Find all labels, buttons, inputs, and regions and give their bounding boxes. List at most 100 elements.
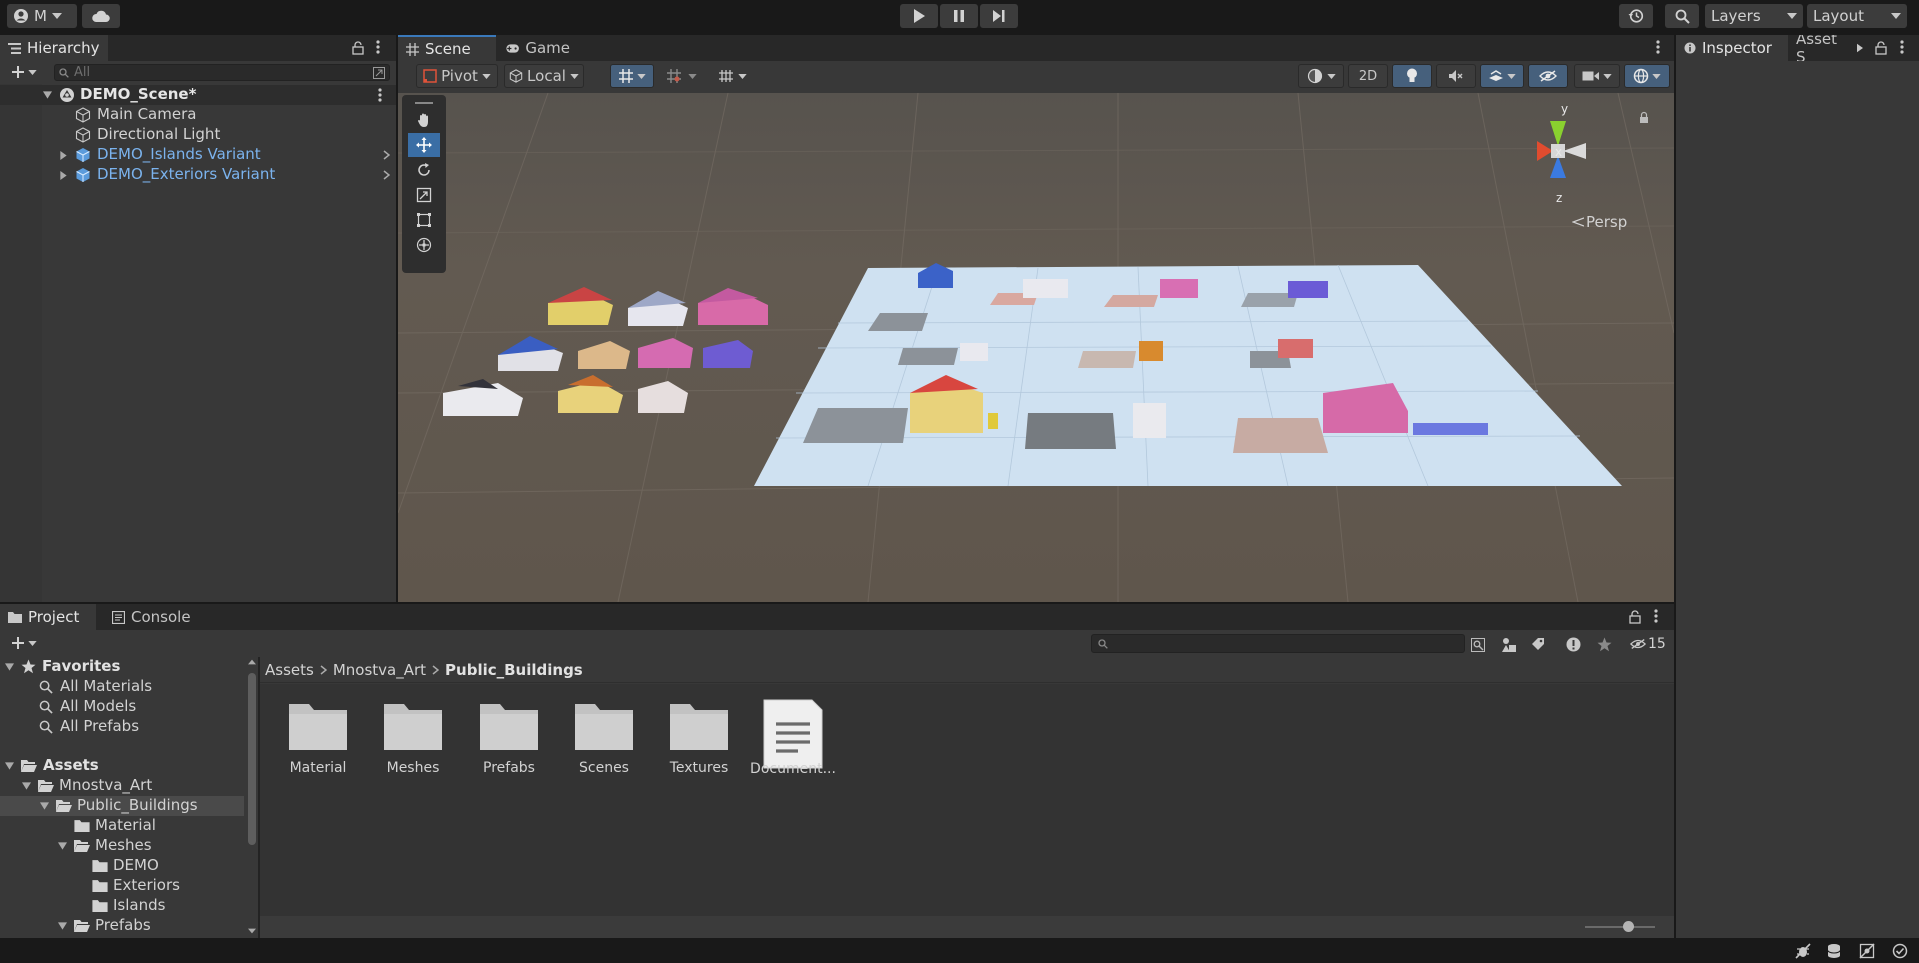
breadcrumb-item[interactable]: Assets <box>265 661 314 679</box>
overlay-drag-handle[interactable] <box>408 99 440 107</box>
hidden-packages-toggle[interactable]: 15 <box>1630 634 1666 654</box>
create-asset-button[interactable] <box>6 634 42 652</box>
filter-by-type-icon[interactable] <box>1501 637 1517 653</box>
tab-game[interactable]: Game <box>498 35 578 61</box>
cloud-button[interactable] <box>82 4 120 28</box>
tree-scrollbar[interactable] <box>246 657 258 938</box>
lock-icon[interactable] <box>352 41 364 55</box>
chevron-right-icon[interactable] <box>383 170 390 180</box>
snap-increment-button[interactable] <box>658 64 704 88</box>
hierarchy-item[interactable]: DEMO_Islands Variant <box>0 145 396 165</box>
chevron-down-icon[interactable] <box>58 842 67 850</box>
asset-folder[interactable]: Meshes <box>368 700 458 776</box>
asset-folder[interactable]: Prefabs <box>464 700 554 776</box>
breadcrumb-item-current[interactable]: Public_Buildings <box>445 661 583 679</box>
move-tool[interactable] <box>408 133 440 157</box>
tree-item[interactable]: Exteriors <box>0 876 244 896</box>
icon-size-slider-thumb[interactable] <box>1623 921 1634 932</box>
tab-console[interactable]: Console <box>104 604 200 630</box>
project-search-field[interactable] <box>1091 634 1465 653</box>
layout-dropdown[interactable]: Layout <box>1807 4 1907 28</box>
tab-inspector[interactable]: Inspector <box>1676 35 1788 61</box>
grid-visibility-dropdown[interactable] <box>710 64 754 88</box>
chevron-right-icon[interactable] <box>60 171 67 180</box>
projection-toggle[interactable]: Persp <box>1572 213 1627 231</box>
rotate-tool[interactable] <box>408 158 440 182</box>
add-object-button[interactable] <box>6 63 42 81</box>
tab-asset-store[interactable]: Asset S <box>1788 35 1858 61</box>
scroll-down-icon[interactable] <box>248 928 256 934</box>
tree-item[interactable]: Prefabs <box>0 916 244 936</box>
lighting-toggle[interactable] <box>1392 64 1432 88</box>
kebab-menu-icon[interactable] <box>378 88 382 102</box>
2d-toggle[interactable]: 2D <box>1348 64 1388 88</box>
step-button[interactable] <box>980 4 1018 28</box>
chevron-down-icon[interactable] <box>40 802 49 810</box>
scroll-up-icon[interactable] <box>248 659 256 665</box>
progress-check-icon[interactable] <box>1892 943 1908 959</box>
audio-toggle[interactable] <box>1436 64 1476 88</box>
favorites-header[interactable]: Favorites <box>0 657 244 677</box>
kebab-menu-icon[interactable] <box>1656 40 1660 54</box>
favorite-item[interactable]: All Materials <box>0 677 244 697</box>
scale-tool[interactable] <box>408 183 440 207</box>
chevron-down-icon[interactable] <box>5 663 14 671</box>
icon-size-slider[interactable] <box>1585 921 1655 932</box>
debug-mode-icon[interactable] <box>1795 943 1811 959</box>
hierarchy-item[interactable]: Directional Light <box>0 125 396 145</box>
tree-item[interactable]: Meshes <box>0 836 244 856</box>
favorite-item[interactable]: All Prefabs <box>0 717 244 737</box>
effects-dropdown[interactable] <box>1480 64 1524 88</box>
scene-visibility-toggle[interactable] <box>1528 64 1568 88</box>
hierarchy-item[interactable]: Main Camera <box>0 105 396 125</box>
search-scope-icon[interactable] <box>1471 638 1485 652</box>
rect-tool[interactable] <box>408 208 440 232</box>
tree-item-selected[interactable]: Public_Buildings <box>0 796 244 816</box>
chevron-right-icon[interactable] <box>383 150 390 160</box>
asset-folder[interactable]: Material <box>273 700 363 776</box>
search-button[interactable] <box>1665 4 1699 28</box>
tree-item[interactable]: Material <box>0 816 244 836</box>
pivot-dropdown[interactable]: Pivot <box>416 64 498 88</box>
tree-item[interactable]: Islands <box>0 896 244 916</box>
chevron-down-icon[interactable] <box>22 782 31 790</box>
gizmos-dropdown[interactable] <box>1624 64 1670 88</box>
tree-item[interactable]: Mnostva_Art <box>0 776 244 796</box>
breadcrumb-item[interactable]: Mnostva_Art <box>333 661 426 679</box>
local-dropdown[interactable]: Local <box>504 64 584 88</box>
hierarchy-item[interactable]: DEMO_Exteriors Variant <box>0 165 396 185</box>
kebab-menu-icon[interactable] <box>1654 609 1658 623</box>
favorite-item[interactable]: All Models <box>0 697 244 717</box>
chevron-right-icon[interactable] <box>60 151 67 160</box>
kebab-menu-icon[interactable] <box>376 40 380 54</box>
account-button[interactable]: M <box>7 4 77 28</box>
lock-icon[interactable] <box>1629 610 1641 624</box>
undo-history-button[interactable] <box>1619 4 1653 28</box>
tree-item[interactable]: DEMO <box>0 856 244 876</box>
grid-snap-toggle[interactable] <box>610 64 654 88</box>
favorite-star-icon[interactable] <box>1597 637 1612 652</box>
camera-settings-dropdown[interactable] <box>1574 64 1620 88</box>
scene-viewport[interactable]: y z x Persp <box>398 93 1674 602</box>
kebab-menu-icon[interactable] <box>1900 40 1904 54</box>
layers-dropdown[interactable]: Layers <box>1705 4 1803 28</box>
chevron-down-icon[interactable] <box>43 91 52 99</box>
tab-project[interactable]: Project <box>0 604 96 630</box>
chevron-down-icon[interactable] <box>5 762 14 770</box>
asset-folder[interactable]: Scenes <box>559 700 649 776</box>
pause-button[interactable] <box>940 4 978 28</box>
lock-icon[interactable] <box>1875 41 1887 55</box>
cache-server-icon[interactable] <box>1826 943 1842 959</box>
transform-tool[interactable] <box>408 233 440 257</box>
tree-scrollbar-thumb[interactable] <box>248 673 256 845</box>
chevron-down-icon[interactable] <box>58 922 67 930</box>
play-button[interactable] <box>900 4 938 28</box>
search-filter-icon[interactable] <box>373 67 385 79</box>
hierarchy-scene-root[interactable]: DEMO_Scene* <box>0 85 396 105</box>
shading-mode-dropdown[interactable] <box>1298 64 1344 88</box>
filter-by-label-icon[interactable] <box>1531 637 1545 651</box>
log-filter-icon[interactable] <box>1566 637 1581 652</box>
auto-generate-lighting-icon[interactable] <box>1859 943 1875 959</box>
assets-header[interactable]: Assets <box>0 756 244 776</box>
asset-folder[interactable]: Textures <box>654 700 744 776</box>
